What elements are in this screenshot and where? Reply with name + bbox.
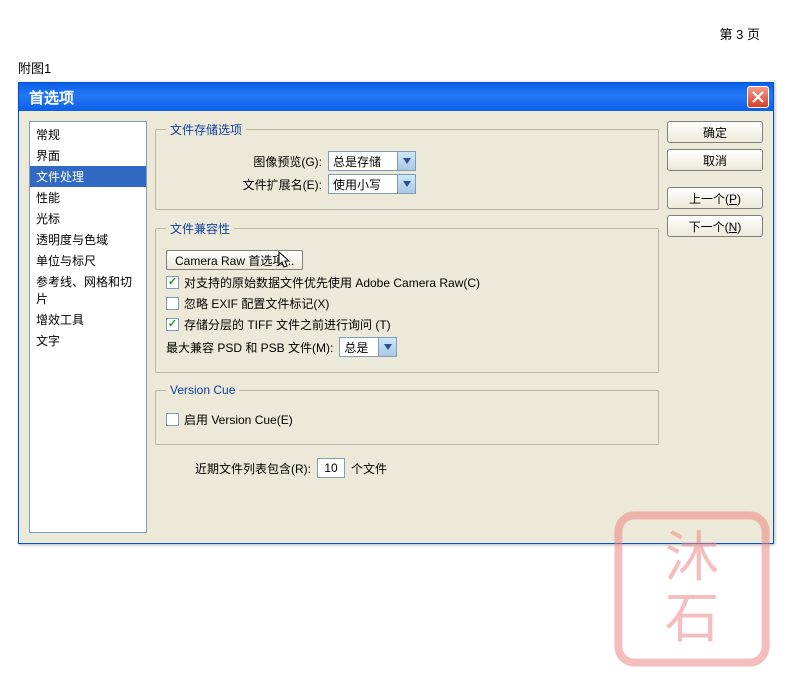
- recent-files-input[interactable]: 10: [317, 458, 345, 478]
- checkbox-label: 对支持的原始数据文件优先使用 Adobe Camera Raw(C): [184, 274, 480, 291]
- sidebar-item[interactable]: 增效工具: [30, 309, 146, 330]
- close-button[interactable]: [747, 86, 769, 108]
- image-preview-label: 图像预览(G):: [226, 153, 322, 170]
- file-extension-combo[interactable]: 使用小写: [328, 174, 416, 194]
- sidebar-item[interactable]: 参考线、网格和切片: [30, 271, 146, 309]
- dialog-title: 首选项: [29, 87, 747, 108]
- sidebar-item[interactable]: 常规: [30, 124, 146, 145]
- max-compat-value: 总是: [339, 337, 379, 357]
- chevron-down-icon: [403, 158, 411, 164]
- svg-text:石: 石: [665, 589, 719, 649]
- sidebar-item[interactable]: 界面: [30, 145, 146, 166]
- prev-button[interactable]: 上一个(P): [667, 187, 763, 209]
- chevron-down-icon: [403, 181, 411, 187]
- sidebar-item[interactable]: 文件处理: [30, 166, 146, 187]
- recent-files-row: 近期文件列表包含(R): 10 个文件: [155, 458, 659, 478]
- dialog-body: 常规界面文件处理性能光标透明度与色域单位与标尺参考线、网格和切片增效工具文字 文…: [19, 111, 773, 543]
- file-extension-label: 文件扩展名(E):: [226, 176, 322, 193]
- titlebar: 首选项: [19, 83, 773, 111]
- category-sidebar: 常规界面文件处理性能光标透明度与色域单位与标尺参考线、网格和切片增效工具文字: [29, 121, 147, 533]
- camera-raw-prefs-button[interactable]: Camera Raw 首选项...: [166, 250, 303, 270]
- cancel-button[interactable]: 取消: [667, 149, 763, 171]
- file-compatibility-group: 文件兼容性 Camera Raw 首选项... 对支持的原始数据文件优先使用 A…: [155, 220, 659, 373]
- dropdown-button[interactable]: [398, 174, 416, 194]
- main-panel: 文件存储选项 图像预览(G): 总是存储 文件扩展名(E): 使用小写: [155, 121, 659, 533]
- sidebar-item[interactable]: 光标: [30, 208, 146, 229]
- sidebar-item[interactable]: 透明度与色域: [30, 229, 146, 250]
- dropdown-button[interactable]: [398, 151, 416, 171]
- figure-label: 附图1: [18, 58, 51, 77]
- fieldset-legend: 文件存储选项: [166, 121, 246, 138]
- version-cue-group: Version Cue 启用 Version Cue(E): [155, 383, 659, 445]
- next-button[interactable]: 下一个(N): [667, 215, 763, 237]
- fieldset-legend: 文件兼容性: [166, 220, 234, 237]
- close-icon: [751, 90, 765, 104]
- sidebar-item[interactable]: 单位与标尺: [30, 250, 146, 271]
- dropdown-button[interactable]: [379, 337, 397, 357]
- image-preview-value: 总是存储: [328, 151, 398, 171]
- checkbox-label: 启用 Version Cue(E): [184, 411, 293, 428]
- button-column: 确定 取消 上一个(P) 下一个(N): [667, 121, 763, 533]
- max-compat-label: 最大兼容 PSD 和 PSB 文件(M):: [166, 339, 333, 356]
- ask-tiff-checkbox-row: 存储分层的 TIFF 文件之前进行询问 (T): [166, 316, 648, 333]
- preferences-dialog: 首选项 常规界面文件处理性能光标透明度与色域单位与标尺参考线、网格和切片增效工具…: [18, 82, 774, 544]
- ignore-exif-checkbox[interactable]: [166, 297, 179, 310]
- prefer-camera-raw-checkbox[interactable]: [166, 276, 179, 289]
- fieldset-legend: Version Cue: [166, 383, 239, 397]
- ok-button[interactable]: 确定: [667, 121, 763, 143]
- ignore-exif-checkbox-row: 忽略 EXIF 配置文件标记(X): [166, 295, 648, 312]
- ask-tiff-checkbox[interactable]: [166, 318, 179, 331]
- checkbox-label: 存储分层的 TIFF 文件之前进行询问 (T): [184, 316, 391, 333]
- enable-version-cue-checkbox[interactable]: [166, 413, 179, 426]
- page-number: 第 3 页: [720, 24, 760, 43]
- file-save-options-group: 文件存储选项 图像预览(G): 总是存储 文件扩展名(E): 使用小写: [155, 121, 659, 210]
- watermark-stamp: 沐石: [612, 509, 772, 669]
- image-preview-combo[interactable]: 总是存储: [328, 151, 416, 171]
- sidebar-item[interactable]: 性能: [30, 187, 146, 208]
- max-compat-combo[interactable]: 总是: [339, 337, 397, 357]
- prefer-camera-raw-checkbox-row: 对支持的原始数据文件优先使用 Adobe Camera Raw(C): [166, 274, 648, 291]
- sidebar-item[interactable]: 文字: [30, 330, 146, 351]
- checkbox-label: 忽略 EXIF 配置文件标记(X): [184, 295, 329, 312]
- enable-version-cue-row: 启用 Version Cue(E): [166, 411, 648, 428]
- recent-files-suffix: 个文件: [351, 460, 387, 477]
- file-extension-value: 使用小写: [328, 174, 398, 194]
- svg-text:沐: 沐: [665, 528, 719, 588]
- recent-files-label: 近期文件列表包含(R):: [195, 460, 311, 477]
- chevron-down-icon: [384, 344, 392, 350]
